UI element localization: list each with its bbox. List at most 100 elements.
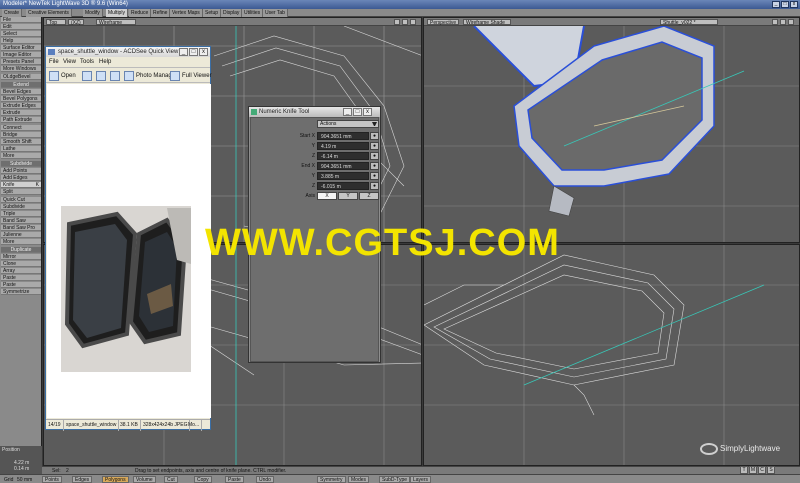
open-folder-icon[interactable] bbox=[49, 71, 59, 81]
end-z-field[interactable]: -6.015 m bbox=[317, 182, 369, 190]
close-button[interactable]: x bbox=[790, 1, 798, 8]
maximize-view-icon[interactable] bbox=[410, 19, 416, 25]
acdsee-menu-tools[interactable]: Tools bbox=[80, 58, 94, 67]
menu-help[interactable]: Help bbox=[1, 38, 41, 44]
menu-file[interactable]: File bbox=[1, 17, 41, 23]
path-extrude-button[interactable]: Path Extrude bbox=[1, 117, 41, 123]
bevel-polygons-button[interactable]: Bevel Polygons bbox=[1, 96, 41, 102]
minimize-button[interactable]: _ bbox=[772, 1, 780, 8]
clone-button[interactable]: Clone bbox=[1, 261, 41, 267]
copy-button[interactable]: Copy bbox=[194, 476, 212, 483]
tab-utilities[interactable]: Utilities bbox=[242, 9, 264, 17]
s-toggle[interactable]: S bbox=[767, 466, 775, 474]
tab-create[interactable]: Create bbox=[2, 9, 23, 17]
axis-x-button[interactable]: X bbox=[317, 192, 337, 200]
acdsee-full-viewer-button[interactable]: Full Viewer bbox=[182, 70, 212, 82]
smooth-shift-button[interactable]: Smooth Shift bbox=[1, 139, 41, 145]
tab-setup[interactable]: Setup bbox=[203, 9, 222, 17]
tab-creative-elements[interactable]: Creative Elements bbox=[26, 9, 72, 17]
tab-user-tab[interactable]: User Tab bbox=[263, 9, 288, 17]
tab-reduce[interactable]: Reduce bbox=[129, 9, 152, 17]
photo-manager-icon[interactable] bbox=[124, 71, 134, 81]
more-windows-button[interactable]: More Windows bbox=[1, 66, 41, 72]
rotate-view-icon[interactable] bbox=[780, 19, 786, 25]
quick-cut-button[interactable]: Quick Cut bbox=[1, 197, 41, 203]
start-x-reset-icon[interactable]: ● bbox=[370, 132, 379, 140]
viewport-perspective[interactable]: Perspective Wireframe Shade Shuttle_v022… bbox=[423, 17, 800, 243]
more-subdivide-button[interactable]: More bbox=[1, 239, 41, 245]
array-button[interactable]: Array bbox=[1, 268, 41, 274]
tab-display[interactable]: Display bbox=[221, 9, 243, 17]
start-z-field[interactable]: -6.14 m bbox=[317, 152, 369, 160]
image-editor-button[interactable]: Image Editor bbox=[1, 52, 41, 58]
axis-y-button[interactable]: Y bbox=[338, 192, 358, 200]
add-points-button[interactable]: Add Points bbox=[1, 168, 41, 174]
more-extend-button[interactable]: More bbox=[1, 153, 41, 159]
lathe-button[interactable]: Lathe bbox=[1, 146, 41, 152]
extrude-button[interactable]: Extrude bbox=[1, 110, 41, 116]
modes-button[interactable]: Modes bbox=[348, 476, 370, 483]
full-viewer-icon[interactable] bbox=[170, 71, 180, 81]
split-button[interactable]: Split bbox=[1, 189, 41, 195]
paste-button[interactable]: Paste bbox=[1, 275, 41, 281]
layers-button[interactable]: Layers bbox=[410, 476, 432, 483]
start-y-field[interactable]: 4.19 m bbox=[317, 142, 369, 150]
knife-close-button[interactable]: x bbox=[363, 108, 372, 116]
knife-button[interactable]: Knife K bbox=[1, 182, 41, 188]
axis-z-button[interactable]: Z bbox=[359, 192, 379, 200]
acdsee-open-button[interactable]: Open bbox=[61, 70, 76, 82]
bridge-button[interactable]: Bridge bbox=[1, 132, 41, 138]
tab-modify[interactable]: Modify bbox=[83, 9, 103, 17]
slideshow-icon[interactable] bbox=[110, 71, 120, 81]
start-y-reset-icon[interactable]: ● bbox=[370, 142, 379, 150]
knife-maximize-button[interactable]: □ bbox=[353, 108, 362, 116]
presets-panel-button[interactable]: Presets Panel bbox=[1, 59, 41, 65]
extrude-edges-button[interactable]: Extrude Edges bbox=[1, 103, 41, 109]
cut-button[interactable]: Cut bbox=[164, 476, 178, 483]
knife-actions-dropdown[interactable]: Actions bbox=[317, 120, 379, 128]
tab-refine[interactable]: Refine bbox=[151, 9, 171, 17]
band-saw-button[interactable]: Band Saw bbox=[1, 218, 41, 224]
acdsee-menu-help[interactable]: Help bbox=[99, 58, 111, 67]
acdsee-minimize-button[interactable]: _ bbox=[179, 48, 188, 56]
perspective-view-select[interactable]: Perspective bbox=[427, 19, 459, 26]
move-view-icon[interactable] bbox=[394, 19, 400, 25]
acdsee-close-button[interactable]: x bbox=[199, 48, 208, 56]
polygons-mode-button[interactable]: Polygons bbox=[102, 476, 129, 483]
end-x-reset-icon[interactable]: ● bbox=[370, 162, 379, 170]
subdivide-button[interactable]: Subdivide bbox=[1, 204, 41, 210]
oldgebevel-button[interactable]: OLdgeBevel bbox=[1, 74, 41, 80]
paste-mode-button[interactable]: Paste bbox=[225, 476, 244, 483]
end-x-field[interactable]: 904.3651 mm bbox=[317, 162, 369, 170]
acdsee-menu-view[interactable]: View bbox=[63, 58, 76, 67]
symmetrize-button[interactable]: Symmetrize bbox=[1, 289, 41, 295]
tab-multiply[interactable]: Multiply bbox=[106, 9, 128, 17]
symmetry-button[interactable]: Symmetry bbox=[317, 476, 346, 483]
next-image-icon[interactable] bbox=[96, 71, 106, 81]
tab-vertex-maps[interactable]: Vertex Maps bbox=[170, 9, 203, 17]
acdsee-maximize-button[interactable]: □ bbox=[189, 48, 198, 56]
move-view-icon[interactable] bbox=[772, 19, 778, 25]
end-z-reset-icon[interactable]: ● bbox=[370, 182, 379, 190]
paste-2-button[interactable]: Paste bbox=[1, 282, 41, 288]
volume-button[interactable]: Volume bbox=[133, 476, 156, 483]
knife-minimize-button[interactable]: _ bbox=[343, 108, 352, 116]
add-edges-button[interactable]: Add Edges bbox=[1, 175, 41, 181]
surface-editor-button[interactable]: Surface Editor bbox=[1, 45, 41, 51]
view-select[interactable]: Top bbox=[46, 19, 66, 26]
rotate-view-icon[interactable] bbox=[402, 19, 408, 25]
mirror-button[interactable]: Mirror bbox=[1, 254, 41, 260]
subd-type-button[interactable]: SubD-Type bbox=[379, 476, 411, 483]
julienne-button[interactable]: Julienne bbox=[1, 232, 41, 238]
m-toggle[interactable]: M bbox=[749, 466, 757, 474]
shade-select[interactable]: Wireframe bbox=[96, 19, 136, 26]
acdsee-menu-file[interactable]: File bbox=[49, 58, 59, 67]
band-saw-pro-button[interactable]: Band Saw Pro bbox=[1, 225, 41, 231]
menu-edit[interactable]: Edit bbox=[1, 24, 41, 30]
viewport-bottom-right[interactable] bbox=[423, 244, 800, 466]
end-y-reset-icon[interactable]: ● bbox=[370, 172, 379, 180]
start-x-field[interactable]: 904.3651 mm bbox=[317, 132, 369, 140]
axis-select[interactable]: (XZ) bbox=[68, 19, 84, 26]
previous-image-icon[interactable] bbox=[82, 71, 92, 81]
maximize-button[interactable]: □ bbox=[781, 1, 789, 8]
